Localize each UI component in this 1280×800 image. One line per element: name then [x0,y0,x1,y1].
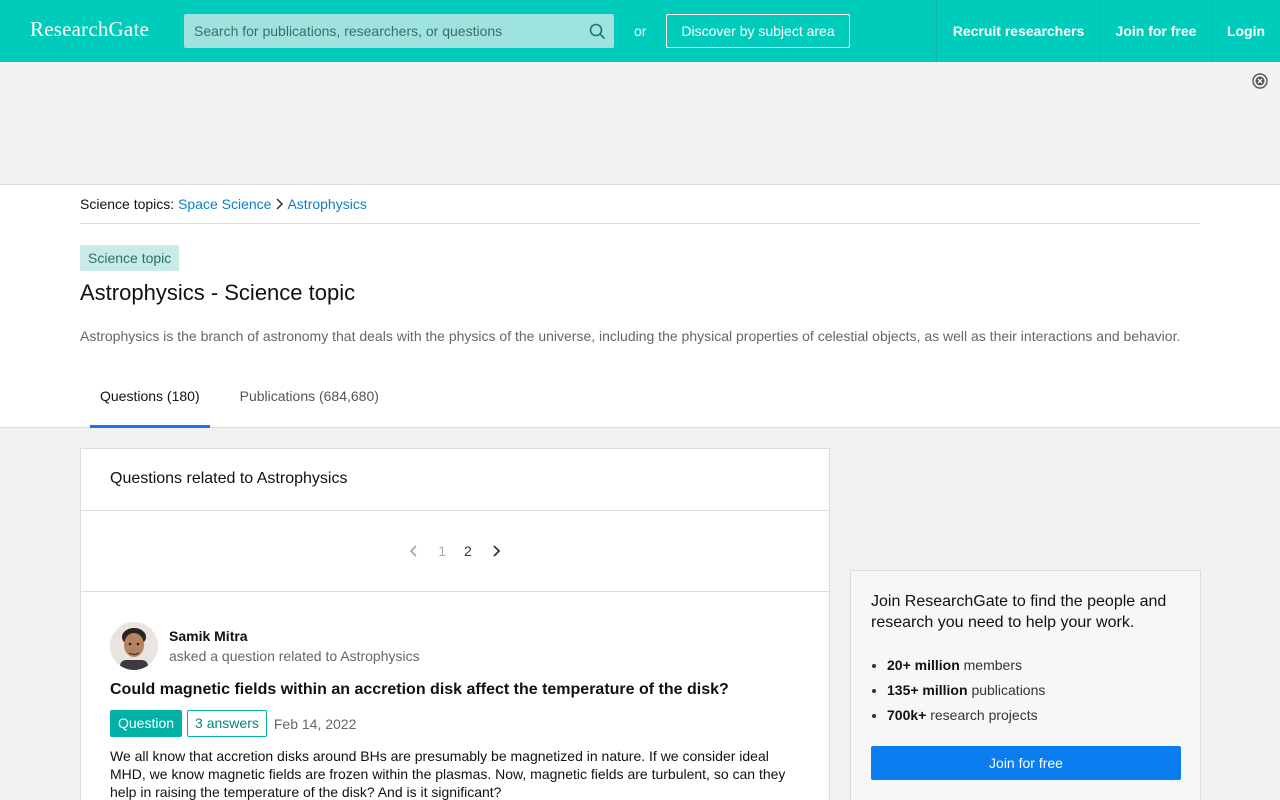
close-ad-icon[interactable] [1252,73,1268,89]
stat-label: research projects [930,707,1038,723]
questions-card-heading: Questions related to Astrophysics [81,449,829,511]
discover-subject-button[interactable]: Discover by subject area [666,14,850,48]
breadcrumb-prefix: Science topics: [80,196,175,212]
user-avatar-image [110,622,158,670]
questions-card: Questions related to Astrophysics 1 2 Sa… [80,448,830,800]
question-meta: Question 3 answers Feb 14, 2022 [110,710,356,737]
login-link[interactable]: Login [1211,0,1280,62]
recruit-researchers-link[interactable]: Recruit researchers [936,0,1100,62]
stat-value: 20+ million [887,657,960,673]
page-2-link[interactable]: 2 [464,543,472,559]
join-promo-card: Join ResearchGate to find the people and… [850,570,1201,800]
breadcrumb-divider [80,223,1200,224]
chevron-right-icon [276,198,284,210]
science-topic-badge: Science topic [80,245,180,271]
stat-label: members [963,657,1022,673]
question-context: asked a question related to Astrophysics [169,648,420,664]
ad-banner-area [0,62,1280,185]
breadcrumb-astrophysics[interactable]: Astrophysics [287,196,366,212]
page-1-link[interactable]: 1 [438,543,446,559]
list-item: 135+ million publications [887,682,1045,699]
chevron-right-icon[interactable] [490,544,502,558]
stats-list: 20+ million members 135+ million publica… [887,657,1045,732]
topic-tabs: Questions (180) Publications (684,680) [90,375,409,428]
question-type-tag: Question [110,710,183,737]
topic-description: Astrophysics is the branch of astronomy … [80,328,1181,344]
join-promo-heading: Join ResearchGate to find the people and… [871,593,1167,631]
list-item: 700k+ research projects [887,707,1045,724]
join-for-free-link[interactable]: Join for free [1099,0,1212,62]
page-title: Astrophysics - Science topic [80,280,356,305]
question-item: Samik Mitra asked a question related to … [81,592,829,800]
search-box[interactable] [184,14,614,48]
tab-publications[interactable]: Publications (684,680) [230,375,389,428]
stat-value: 700k+ [887,707,927,723]
topic-header: Science topics: Space Science Astrophysi… [0,185,1280,428]
search-input[interactable] [184,14,614,48]
join-for-free-button[interactable]: Join for free [871,746,1181,780]
answers-count-tag[interactable]: 3 answers [187,710,267,737]
search-icon[interactable] [588,22,606,40]
breadcrumb: Science topics: Space Science Astrophysi… [80,196,367,212]
list-item: 20+ million members [887,657,1045,674]
question-title[interactable]: Could magnetic fields within an accretio… [110,681,729,699]
or-label: or [634,23,647,39]
pagination: 1 2 [81,511,829,592]
question-author[interactable]: Samik Mitra [169,628,248,644]
chevron-left-icon[interactable] [408,544,420,558]
question-body: We all know that accretion disks around … [110,748,786,800]
top-header: ResearchGate or Discover by subject area… [0,0,1280,62]
question-date: Feb 14, 2022 [273,715,357,732]
researchgate-logo[interactable]: ResearchGate [30,17,149,42]
breadcrumb-space-science[interactable]: Space Science [178,196,271,212]
avatar[interactable] [110,622,158,670]
stat-value: 135+ million [887,682,968,698]
tab-questions[interactable]: Questions (180) [90,375,210,428]
stat-label: publications [971,682,1046,698]
